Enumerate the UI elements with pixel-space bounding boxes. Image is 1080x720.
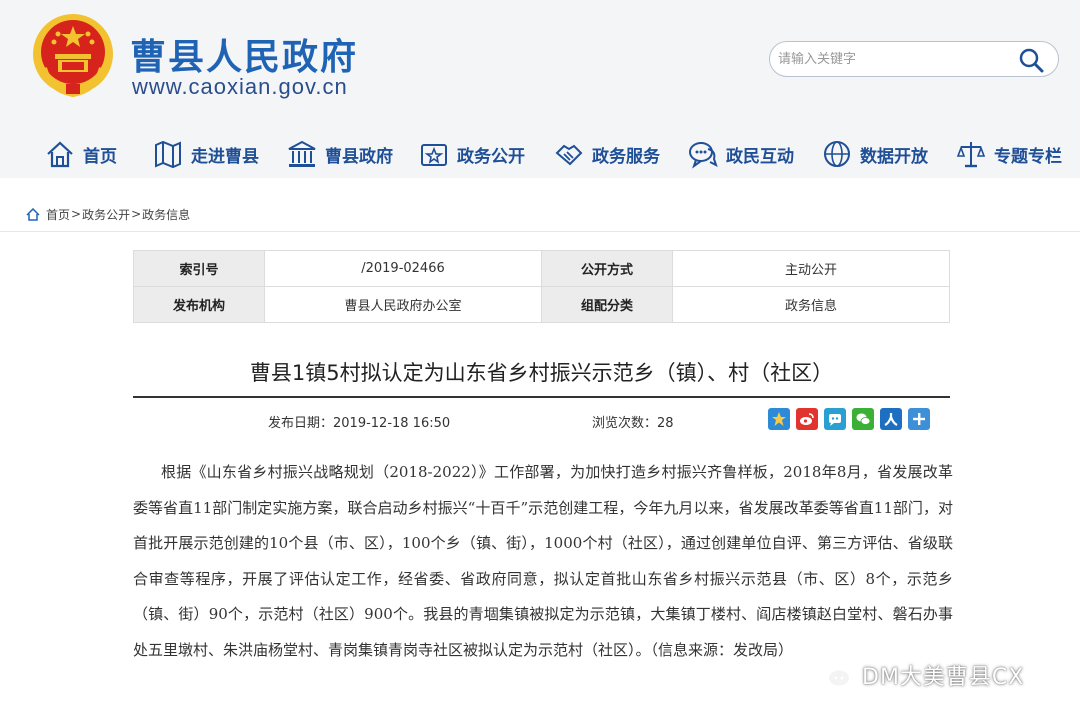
nav-item-interaction[interactable]: 政民互动 [688, 136, 794, 172]
article-title: 曹县1镇5村拟认定为山东省乡村振兴示范乡（镇）、村（社区） [249, 361, 834, 385]
wechat-logo-icon [813, 662, 851, 688]
disclosure-mode-value: 主动公开 [672, 250, 950, 287]
breadcrumb-separator: > [131, 207, 142, 221]
wechat-watermark: DM大美曹县CX [812, 660, 1024, 690]
category-label: 组配分类 [541, 286, 673, 323]
nav-item-gov-services[interactable]: 政务服务 [554, 136, 660, 172]
nav-item-open-data[interactable]: 数据开放 [822, 136, 928, 172]
index-number-label: 索引号 [133, 250, 265, 287]
publisher-value: 曹县人民政府办公室 [264, 286, 542, 323]
weibo-icon [800, 413, 814, 425]
home-icon [26, 207, 40, 221]
handshake-icon [555, 144, 583, 166]
renren-icon [884, 413, 898, 426]
chat-bubble-icon [689, 142, 718, 169]
weibo-share-button[interactable] [796, 408, 818, 430]
watermark-text: DM大美曹县CX [862, 665, 1025, 690]
site-title[interactable]: 曹县人民政府 [130, 28, 358, 80]
breadcrumb-divider [0, 231, 1080, 232]
nav-label: 首页 [83, 146, 117, 167]
publish-date: 发布日期：2019-12-18 16:50 [268, 416, 451, 431]
tencent-weibo-share-button[interactable] [824, 408, 846, 430]
search-box [769, 41, 1059, 77]
category-value: 政务信息 [672, 286, 950, 323]
disclosure-mode-label: 公开方式 [541, 250, 673, 287]
document-info-table: 索引号 /2019-02466 公开方式 主动公开 发布机构 曹县人民政府办公室… [133, 250, 950, 323]
site-header: 曹县人民政府 www.caoxian.gov.cn 首页 走进曹县 曹县政府 政… [0, 0, 1080, 178]
nav-item-home[interactable]: 首页 [45, 136, 117, 172]
title-divider [133, 396, 950, 398]
table-row: 发布机构 曹县人民政府办公室 组配分类 政务信息 [133, 286, 950, 323]
wechat-icon [856, 413, 871, 425]
nav-item-special-topics[interactable]: 专题专栏 [956, 136, 1062, 172]
site-url[interactable]: www.caoxian.gov.cn [132, 74, 348, 100]
breadcrumb-gov-affairs-open[interactable]: 政务公开 [82, 206, 130, 223]
tencent-weibo-icon [829, 414, 841, 426]
share-bar [768, 408, 936, 430]
renren-share-button[interactable] [880, 408, 902, 430]
article-body: 根据《山东省乡村振兴战略规划（2018-2022）》工作部署，为加快打造乡村振兴… [133, 463, 953, 659]
qzone-icon [772, 412, 786, 426]
more-share-button[interactable] [908, 408, 930, 430]
nav-item-gov-affairs-open[interactable]: 政务公开 [419, 136, 525, 172]
nav-label: 政务公开 [457, 146, 525, 167]
qzone-share-button[interactable] [768, 408, 790, 430]
nav-item-government[interactable]: 曹县政府 [287, 136, 393, 172]
home-icon [47, 141, 73, 168]
nav-label: 政务服务 [592, 146, 660, 167]
scales-icon [956, 142, 986, 168]
search-icon[interactable] [1018, 47, 1044, 73]
view-count: 浏览次数：28 [592, 416, 674, 431]
map-icon [155, 140, 181, 169]
national-emblem-logo[interactable] [30, 10, 116, 98]
main-nav: 首页 走进曹县 曹县政府 政务公开 政务服务 政民互动 数据开放 专题专栏 [0, 130, 1080, 178]
table-row: 索引号 /2019-02466 公开方式 主动公开 [133, 250, 950, 287]
nav-label: 数据开放 [860, 146, 928, 167]
nav-label: 专题专栏 [994, 146, 1062, 167]
breadcrumb-separator: > [71, 207, 82, 221]
bulletin-board-icon [421, 144, 447, 166]
government-building-icon [288, 140, 316, 167]
nav-item-about-county[interactable]: 走进曹县 [153, 136, 259, 172]
wechat-share-button[interactable] [852, 408, 874, 430]
breadcrumb-home[interactable]: 首页 [46, 206, 70, 223]
plus-icon [913, 413, 925, 425]
nav-label: 政民互动 [726, 146, 794, 167]
publisher-label: 发布机构 [133, 286, 265, 323]
breadcrumb: 首页 > 政务公开 > 政务信息 [26, 205, 190, 223]
data-globe-icon [824, 141, 850, 167]
breadcrumb-gov-info[interactable]: 政务信息 [142, 206, 190, 223]
index-number-value: /2019-02466 [264, 250, 542, 287]
nav-label: 走进曹县 [191, 146, 259, 167]
nav-label: 曹县政府 [325, 146, 393, 167]
search-input[interactable] [778, 47, 1008, 71]
